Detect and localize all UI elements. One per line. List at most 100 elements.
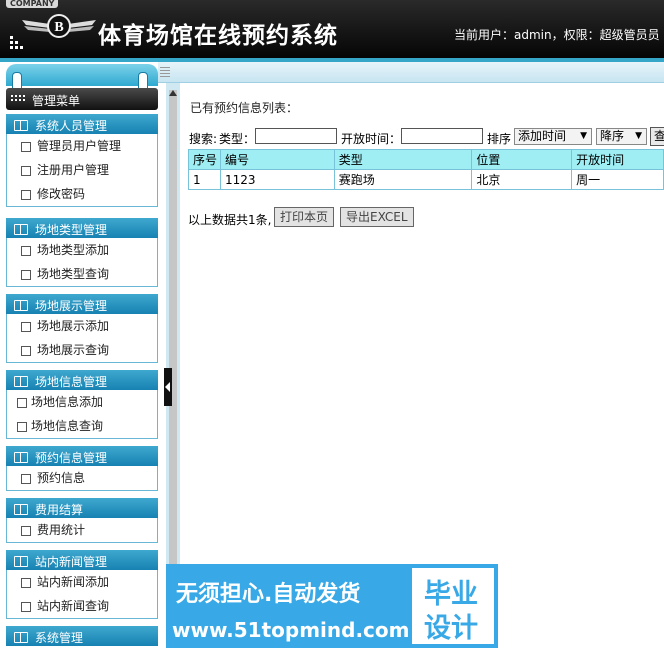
type-label: 类型： xyxy=(219,132,256,146)
menu-item-venue-type-add[interactable]: 场地类型添加 xyxy=(7,238,157,262)
menu-item-showcase-query[interactable]: 场地展示查询 xyxy=(7,338,157,362)
menu-group-title: 费用结算 xyxy=(35,503,84,517)
sort-field-value: 添加时间 xyxy=(518,129,567,143)
book-icon xyxy=(14,120,28,131)
menu-group-title: 场地展示管理 xyxy=(35,299,108,313)
current-user-info: 当前用户：admin，权限：超级管员员 xyxy=(454,28,660,42)
menu-title-bar: 管理菜单 xyxy=(6,88,158,110)
document-icon xyxy=(21,322,31,332)
book-icon xyxy=(14,376,28,387)
menu-item-label: 管理员用户管理 xyxy=(37,139,122,153)
menu-item-label: 场地信息添加 xyxy=(31,395,104,409)
menu-item-label: 场地展示添加 xyxy=(37,319,110,333)
menu-item-label: 注册用户管理 xyxy=(37,163,110,177)
table-cell: 北京 xyxy=(471,169,573,190)
menu-item-news-query[interactable]: 站内新闻查询 xyxy=(7,594,157,618)
dropdown-arrow-icon: ▼ xyxy=(635,131,642,141)
table-cell: 周一 xyxy=(571,169,664,190)
company-badge: COMPANY xyxy=(6,0,59,8)
menu-group-header[interactable]: 场地类型管理 xyxy=(6,218,158,238)
export-excel-button[interactable]: 导出EXCEL xyxy=(340,207,414,227)
query-button[interactable]: 查询 xyxy=(650,127,664,146)
sort-label: 排序 xyxy=(487,132,512,146)
menu-group-venue-types: 场地类型管理 场地类型添加 场地类型查询 xyxy=(6,218,158,287)
book-icon xyxy=(14,452,28,463)
menu-item-venue-info-add[interactable]: 场地信息添加 xyxy=(7,390,157,414)
document-icon xyxy=(21,142,31,152)
scroll-up-arrow-icon[interactable] xyxy=(169,90,177,96)
menu-group-header[interactable]: 系统管理 xyxy=(6,626,158,646)
list-title: 已有预约信息列表： xyxy=(190,101,299,115)
menu-group-header[interactable]: 场地信息管理 xyxy=(6,370,158,390)
menu-group-reservations: 预约信息管理 预约信息 xyxy=(6,446,158,491)
type-input[interactable] xyxy=(255,128,337,144)
list-lines-icon xyxy=(160,67,170,77)
table-cell: 1123 xyxy=(219,169,335,190)
print-page-button[interactable]: 打印本页 xyxy=(274,207,335,227)
bentley-logo-icon: B xyxy=(22,14,96,38)
sort-field-select[interactable]: 添加时间 ▼ xyxy=(514,128,592,145)
watermark-slogan: 无须担心.自动发货 xyxy=(176,582,361,607)
menu-group-header[interactable]: 费用结算 xyxy=(6,498,158,518)
document-icon xyxy=(21,246,31,256)
menu-group-header[interactable]: 站内新闻管理 xyxy=(6,550,158,570)
book-icon xyxy=(14,556,28,567)
menu-item-fee-stats[interactable]: 费用统计 xyxy=(7,518,157,542)
table-cell: 赛跑场 xyxy=(333,169,473,190)
sort-order-select[interactable]: 降序 ▼ xyxy=(596,128,647,145)
menu-group-venue-showcase: 场地展示管理 场地展示添加 场地展示查询 xyxy=(6,294,158,363)
column-header: 编号 xyxy=(219,149,335,170)
menu-item-label: 场地类型查询 xyxy=(37,267,110,281)
menu-group-title: 场地信息管理 xyxy=(35,375,108,389)
open-time-input[interactable] xyxy=(401,128,483,144)
menu-item-showcase-add[interactable]: 场地展示添加 xyxy=(7,314,157,338)
menu-title: 管理菜单 xyxy=(32,94,81,108)
svg-text:B: B xyxy=(54,20,63,35)
menu-group-system: 系统管理 xyxy=(6,626,158,646)
menu-item-change-password[interactable]: 修改密码 xyxy=(7,182,157,206)
column-header: 开放时间 xyxy=(571,149,664,170)
document-icon xyxy=(21,166,31,176)
menu-item-label: 修改密码 xyxy=(37,187,86,201)
menu-item-label: 场地信息查询 xyxy=(31,419,104,433)
document-icon xyxy=(21,578,31,588)
column-header: 序号 xyxy=(188,149,221,170)
sort-order-value: 降序 xyxy=(600,129,625,143)
menu-item-label: 场地展示查询 xyxy=(37,343,110,357)
table-cell: 1 xyxy=(188,169,221,190)
menu-item-registered-users[interactable]: 注册用户管理 xyxy=(7,158,157,182)
app-header: COMPANY B 体育场馆在线预约系统 当前用户：admin，权限：超级管员员 xyxy=(0,0,664,58)
dropdown-arrow-icon: ▼ xyxy=(580,131,587,141)
watermark-badge: 毕业 设计 xyxy=(412,568,494,644)
menu-item-reservation-info[interactable]: 预约信息 xyxy=(7,466,157,490)
menu-item-news-add[interactable]: 站内新闻添加 xyxy=(7,570,157,594)
open-time-label: 开放时间： xyxy=(341,132,402,146)
menu-item-venue-type-query[interactable]: 场地类型查询 xyxy=(7,262,157,286)
document-icon xyxy=(21,526,31,536)
book-icon xyxy=(14,504,28,515)
collapse-sidebar-handle[interactable] xyxy=(164,368,172,406)
document-icon xyxy=(21,270,31,280)
document-icon xyxy=(21,346,31,356)
menu-item-venue-info-query[interactable]: 场地信息查询 xyxy=(7,414,157,438)
table-header-row: 序号 编号 类型 位置 开放时间 xyxy=(188,149,664,170)
menu-group-header[interactable]: 场地展示管理 xyxy=(6,294,158,314)
watermark-badge-bottom: 设计 xyxy=(424,613,478,644)
sidebar: 管理菜单 系统人员管理 管理员用户管理 注册用户管理 修改密码 场地类型管理 场… xyxy=(0,62,166,648)
menu-group-title: 系统人员管理 xyxy=(35,119,108,133)
grid-dots-icon xyxy=(11,95,25,104)
watermark-banner: 无须担心.自动发货 www.51topmind.com 毕业 设计 xyxy=(166,564,498,648)
table-row: 1 1123 赛跑场 北京 周一 xyxy=(188,169,664,190)
menu-group-header[interactable]: 预约信息管理 xyxy=(6,446,158,466)
menu-item-label: 费用统计 xyxy=(37,523,86,537)
menu-group-title: 系统管理 xyxy=(35,631,84,645)
record-count: 以上数据共1条, xyxy=(188,213,272,227)
column-header: 位置 xyxy=(471,149,573,170)
grid-dots-icon xyxy=(10,36,24,49)
search-label: 搜索: xyxy=(189,132,218,146)
menu-item-label: 预约信息 xyxy=(37,471,86,485)
menu-item-admin-users[interactable]: 管理员用户管理 xyxy=(7,134,157,158)
menu-group-header[interactable]: 系统人员管理 xyxy=(6,114,158,134)
sidebar-top-cap xyxy=(6,64,158,90)
page-title: 体育场馆在线预约系统 xyxy=(98,22,338,49)
